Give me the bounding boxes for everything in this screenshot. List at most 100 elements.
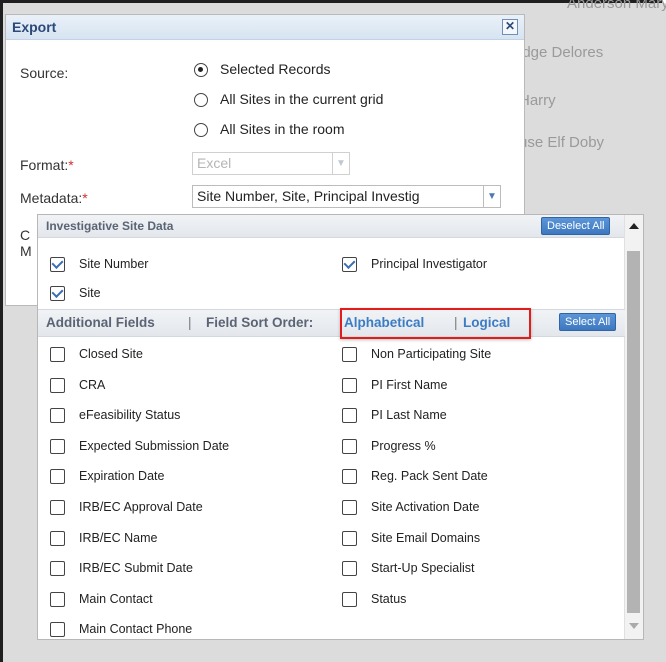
partial-label: M [20,243,32,259]
chevron-down-icon: ▼ [332,153,349,174]
field-principal-investigator[interactable]: Principal Investigator [342,257,487,272]
section-header: Investigative Site Data Deselect All [38,215,625,238]
checkbox[interactable] [50,469,65,484]
field-label: Reg. Pack Sent Date [371,469,488,483]
additional-field-item[interactable]: Non Participating Site [342,347,491,362]
partial-label: C [20,227,31,243]
grid-cell: Anderson Mary [567,0,666,12]
checkbox[interactable] [342,347,357,362]
field-label: IRB/EC Name [79,531,158,545]
radio-label: All Sites in the room [220,121,345,137]
additional-field-item[interactable]: Site Email Domains [342,531,480,546]
radio-room[interactable]: All Sites in the room [194,121,345,137]
additional-field-item[interactable]: Expiration Date [50,469,164,484]
radio-label: Selected Records [220,61,331,77]
additional-field-item[interactable]: Progress % [342,439,436,454]
additional-field-item[interactable]: Closed Site [50,347,143,362]
scrollbar[interactable] [624,215,643,639]
additional-field-item[interactable]: Main Contact [50,592,153,607]
checkbox[interactable] [50,531,65,546]
field-label: Status [371,592,407,606]
checkbox[interactable] [342,439,357,454]
field-label: IRB/EC Approval Date [79,500,203,514]
checkbox[interactable] [50,500,65,515]
grid-cell: use Elf Doby [519,134,605,151]
checkbox[interactable] [342,408,357,423]
checkbox[interactable] [342,531,357,546]
field-site-number[interactable]: Site Number [50,257,148,272]
radio-selected-records[interactable]: Selected Records [194,61,331,77]
checkbox[interactable] [342,561,357,576]
field-label: Site Number [79,257,149,271]
checkbox[interactable] [342,500,357,515]
close-button[interactable]: ✕ [502,19,518,35]
section-title: Investigative Site Data [46,219,174,233]
field-label: Non Participating Site [371,347,492,361]
field-label: CRA [79,378,106,392]
additional-field-item[interactable]: Expected Submission Date [50,439,229,454]
additional-field-item[interactable]: Reg. Pack Sent Date [342,469,488,484]
radio-button[interactable] [194,123,208,137]
sort-order-label: Field Sort Order: [206,315,314,330]
grid-cell: idge Delores [519,44,604,61]
field-label: PI Last Name [371,408,447,422]
additional-field-item[interactable]: IRB/EC Name [50,531,158,546]
additional-fields-bar: Additional Fields | Field Sort Order: Al… [38,309,625,337]
radio-label: All Sites in the current grid [220,91,384,107]
format-value: Excel [197,155,232,171]
dialog-title: Export [12,19,57,35]
checkbox[interactable] [342,469,357,484]
field-label: Site [79,286,101,300]
additional-field-item[interactable]: eFeasibility Status [50,408,180,423]
additional-field-item[interactable]: CRA [50,378,105,393]
additional-field-item[interactable]: Start-Up Specialist [342,561,475,576]
checkbox[interactable] [50,378,65,393]
field-label: Start-Up Specialist [371,561,475,575]
radio-button[interactable] [194,93,208,107]
checkbox[interactable] [50,408,65,423]
checkbox[interactable] [50,561,65,576]
metadata-value: Site Number, Site, Principal Investig [197,188,420,204]
additional-field-item[interactable]: Status [342,592,406,607]
additional-field-item[interactable]: IRB/EC Submit Date [50,561,193,576]
chevron-down-icon[interactable]: ▼ [483,186,500,207]
field-label: Progress % [371,439,436,453]
checkbox[interactable] [342,378,357,393]
checkbox[interactable] [342,592,357,607]
additional-field-item[interactable]: Site Activation Date [342,500,479,515]
highlight-annotation [340,308,531,339]
additional-field-item[interactable]: IRB/EC Approval Date [50,500,203,515]
field-label: PI First Name [371,378,448,392]
radio-button[interactable] [194,63,208,77]
field-label: Site Activation Date [371,500,480,514]
checkbox[interactable] [50,439,65,454]
source-label: Source: [20,65,69,81]
field-dropdown-panel: Investigative Site Data Deselect All Sit… [37,214,644,640]
metadata-label: Metadata:* [20,190,88,206]
metadata-select[interactable]: Site Number, Site, Principal Investig ▼ [192,185,501,208]
field-label: Site Email Domains [371,531,481,545]
deselect-all-button[interactable]: Deselect All [541,217,611,235]
field-label: IRB/EC Submit Date [79,561,193,575]
scroll-thumb[interactable] [627,251,640,613]
field-site[interactable]: Site [50,286,101,301]
checkbox[interactable] [50,622,65,637]
additional-field-item[interactable]: PI Last Name [342,408,447,423]
scroll-up-icon[interactable] [629,223,639,229]
checkbox[interactable] [50,286,65,301]
radio-current-grid[interactable]: All Sites in the current grid [194,91,383,107]
field-label: Main Contact Phone [79,622,193,636]
additional-field-item[interactable]: PI First Name [342,378,447,393]
checkbox[interactable] [50,592,65,607]
checkbox[interactable] [50,257,65,272]
field-label: Expiration Date [79,469,165,483]
divider: | [188,315,192,330]
format-select[interactable]: Excel ▼ [192,152,350,175]
scroll-down-icon[interactable] [629,623,639,629]
checkbox[interactable] [50,347,65,362]
additional-field-item[interactable]: Main Contact Phone [50,622,192,637]
select-all-button[interactable]: Select All [559,313,617,331]
dialog-titlebar: Export ✕ [6,15,524,40]
additional-fields-label: Additional Fields [46,315,155,330]
checkbox[interactable] [342,257,357,272]
